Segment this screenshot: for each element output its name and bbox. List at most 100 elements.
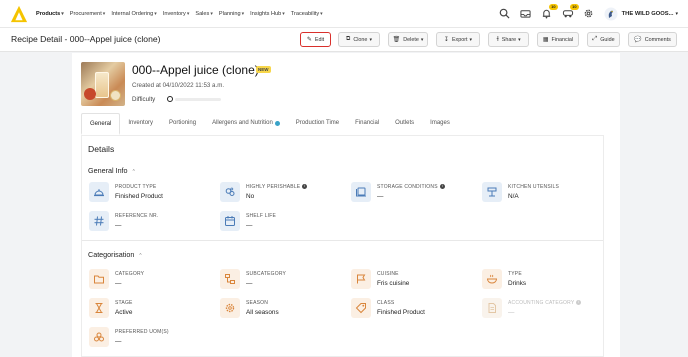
field-label: CLASS [377,300,395,306]
field-subcategory: SUBCATEGORY — [220,269,345,293]
delivery-truck-icon[interactable]: 10 [562,3,579,20]
export-button[interactable]: ↧ Export ▾ [436,32,480,47]
app-logo-icon[interactable] [10,5,28,23]
page-header: Recipe Detail - 000--Appel juice (clone)… [0,27,688,52]
nav-item-traceability[interactable]: Traceability ▾ [291,11,323,17]
delete-button-label: Delete [403,36,419,43]
tab-label: Production Time [295,120,340,126]
hashtag-icon [89,211,109,231]
field-category: CATEGORY — [89,269,214,293]
expand-icon: ⤢ [592,36,598,42]
chevron-down-icon: ▾ [282,10,285,17]
section-divider [82,240,603,241]
download-icon: ↧ [443,37,449,43]
edit-button[interactable]: ✎ Edit [300,32,331,47]
check-circle-icon [274,120,280,126]
recipe-content: 000--Appel juice (clone) NEW Created at … [72,53,620,357]
field-value: — [115,280,122,287]
boxes-icon [89,327,109,347]
field-label: CATEGORY [115,271,145,277]
nav-item-planning[interactable]: Planning ▾ [219,11,244,17]
tab-financial[interactable]: Financial [347,113,387,135]
tab-allergens-nutrition[interactable]: Allergens and Nutrition [204,113,288,135]
caret-down-icon: ▾ [518,36,521,43]
field-value: Finished Product [115,193,163,200]
tab-general[interactable]: General [81,113,121,135]
field-highly-perishable: HIGHLY PERISHABLE i No [220,182,345,206]
created-at: Created at 04/10/2022 11:53 a.m. [132,82,225,89]
org-name[interactable]: THE WILD GOOS... [622,11,674,17]
comments-button[interactable]: 💬 Comments [628,32,677,47]
field-storage-conditions: STORAGE CONDITIONS i — [351,182,476,206]
comments-button-label: Comments [644,36,671,43]
section-title: General Info [88,166,128,175]
tab-label: Outlets [395,120,415,126]
nav-item-label: Internal Ordering [111,10,154,17]
field-value: — [377,193,384,200]
bowl-icon [482,269,502,289]
page-title: Recipe Detail - 000--Appel juice (clone) [11,34,161,44]
nav-item-label: Inventory [162,10,186,17]
field-season: SEASON All seasons [220,298,345,322]
tab-outlets[interactable]: Outlets [387,113,422,135]
field-value: — [115,222,122,229]
nav-item-insights-hub[interactable]: Insights Hub ▾ [250,11,285,17]
recipe-name: 000--Appel juice (clone) [132,63,259,77]
tab-production-time[interactable]: Production Time [288,113,347,135]
info-icon[interactable]: i [576,300,582,306]
tag-icon [351,298,371,318]
deliveries-badge: 10 [570,3,579,10]
field-label: HIGHLY PERISHABLE i [246,184,308,190]
nav-item-procurement[interactable]: Procurement ▾ [70,11,106,17]
field-stage: STAGE Active [89,298,214,322]
gear-icon[interactable] [583,8,595,20]
bell-icon[interactable]: 10 [541,3,558,20]
nav-item-label: Sales [195,10,210,17]
field-label: PREFERRED UOM(S) [115,329,169,335]
field-label: SUBCATEGORY [246,271,287,277]
caret-down-icon: ▾ [369,36,372,43]
chevron-down-icon[interactable]: ▾ [675,11,678,17]
delete-button[interactable]: 🗑 Delete ▾ [388,32,428,47]
chevron-up-icon: ⌃ [131,169,136,175]
hierarchy-icon [220,269,240,289]
difficulty-slider-track[interactable] [175,98,221,101]
recipe-image[interactable] [81,62,125,106]
calculator-icon: ▦ [542,37,549,43]
financial-button[interactable]: ▦ Financial [537,32,579,47]
field-preferred-uoms: PREFERRED UOM(S) — [89,327,214,351]
tab-images[interactable]: Images [422,113,458,135]
nav-item-label: Traceability [290,10,320,17]
share-button-label: Share [501,36,517,43]
field-value: N/A [508,193,519,200]
general-info-header[interactable]: General Info ⌃ [88,166,136,175]
share-button[interactable]: ⫳ Share ▾ [488,32,529,47]
field-value: — [508,309,515,316]
goose-avatar-icon[interactable] [604,7,618,21]
chevron-down-icon: ▾ [154,10,157,17]
info-icon[interactable]: i [439,184,445,190]
search-icon[interactable] [499,8,511,20]
tab-label: Inventory [128,120,154,126]
inbox-icon[interactable] [520,8,532,20]
categorisation-header[interactable]: Categorisation ⌃ [88,250,143,259]
nav-item-label: Insights Hub [250,10,282,17]
trash-icon: 🗑 [392,37,401,43]
tab-portioning[interactable]: Portioning [161,113,204,135]
notifications-badge: 10 [549,3,558,10]
nav-item-inventory[interactable]: Inventory ▾ [163,11,190,17]
guide-button[interactable]: ⤢ Guide [587,32,620,47]
field-shelf-life: SHELF LIFE — [220,211,345,235]
tab-label: Allergens and Nutrition [212,120,273,126]
nav-item-internal-ordering[interactable]: Internal Ordering ▾ [111,11,157,17]
tab-inventory[interactable]: Inventory [120,113,161,135]
bell-dome-icon [89,182,109,202]
difficulty-slider-handle[interactable] [167,96,173,102]
nav-item-sales[interactable]: Sales ▾ [195,11,213,17]
nav-item-products[interactable]: Products ▾ [36,11,64,17]
field-label: STAGE [115,300,133,306]
field-value: — [115,338,122,345]
financial-button-label: Financial [551,36,574,43]
clone-button[interactable]: ⧉ Clone ▾ [338,32,380,47]
info-icon[interactable]: i [302,184,308,190]
